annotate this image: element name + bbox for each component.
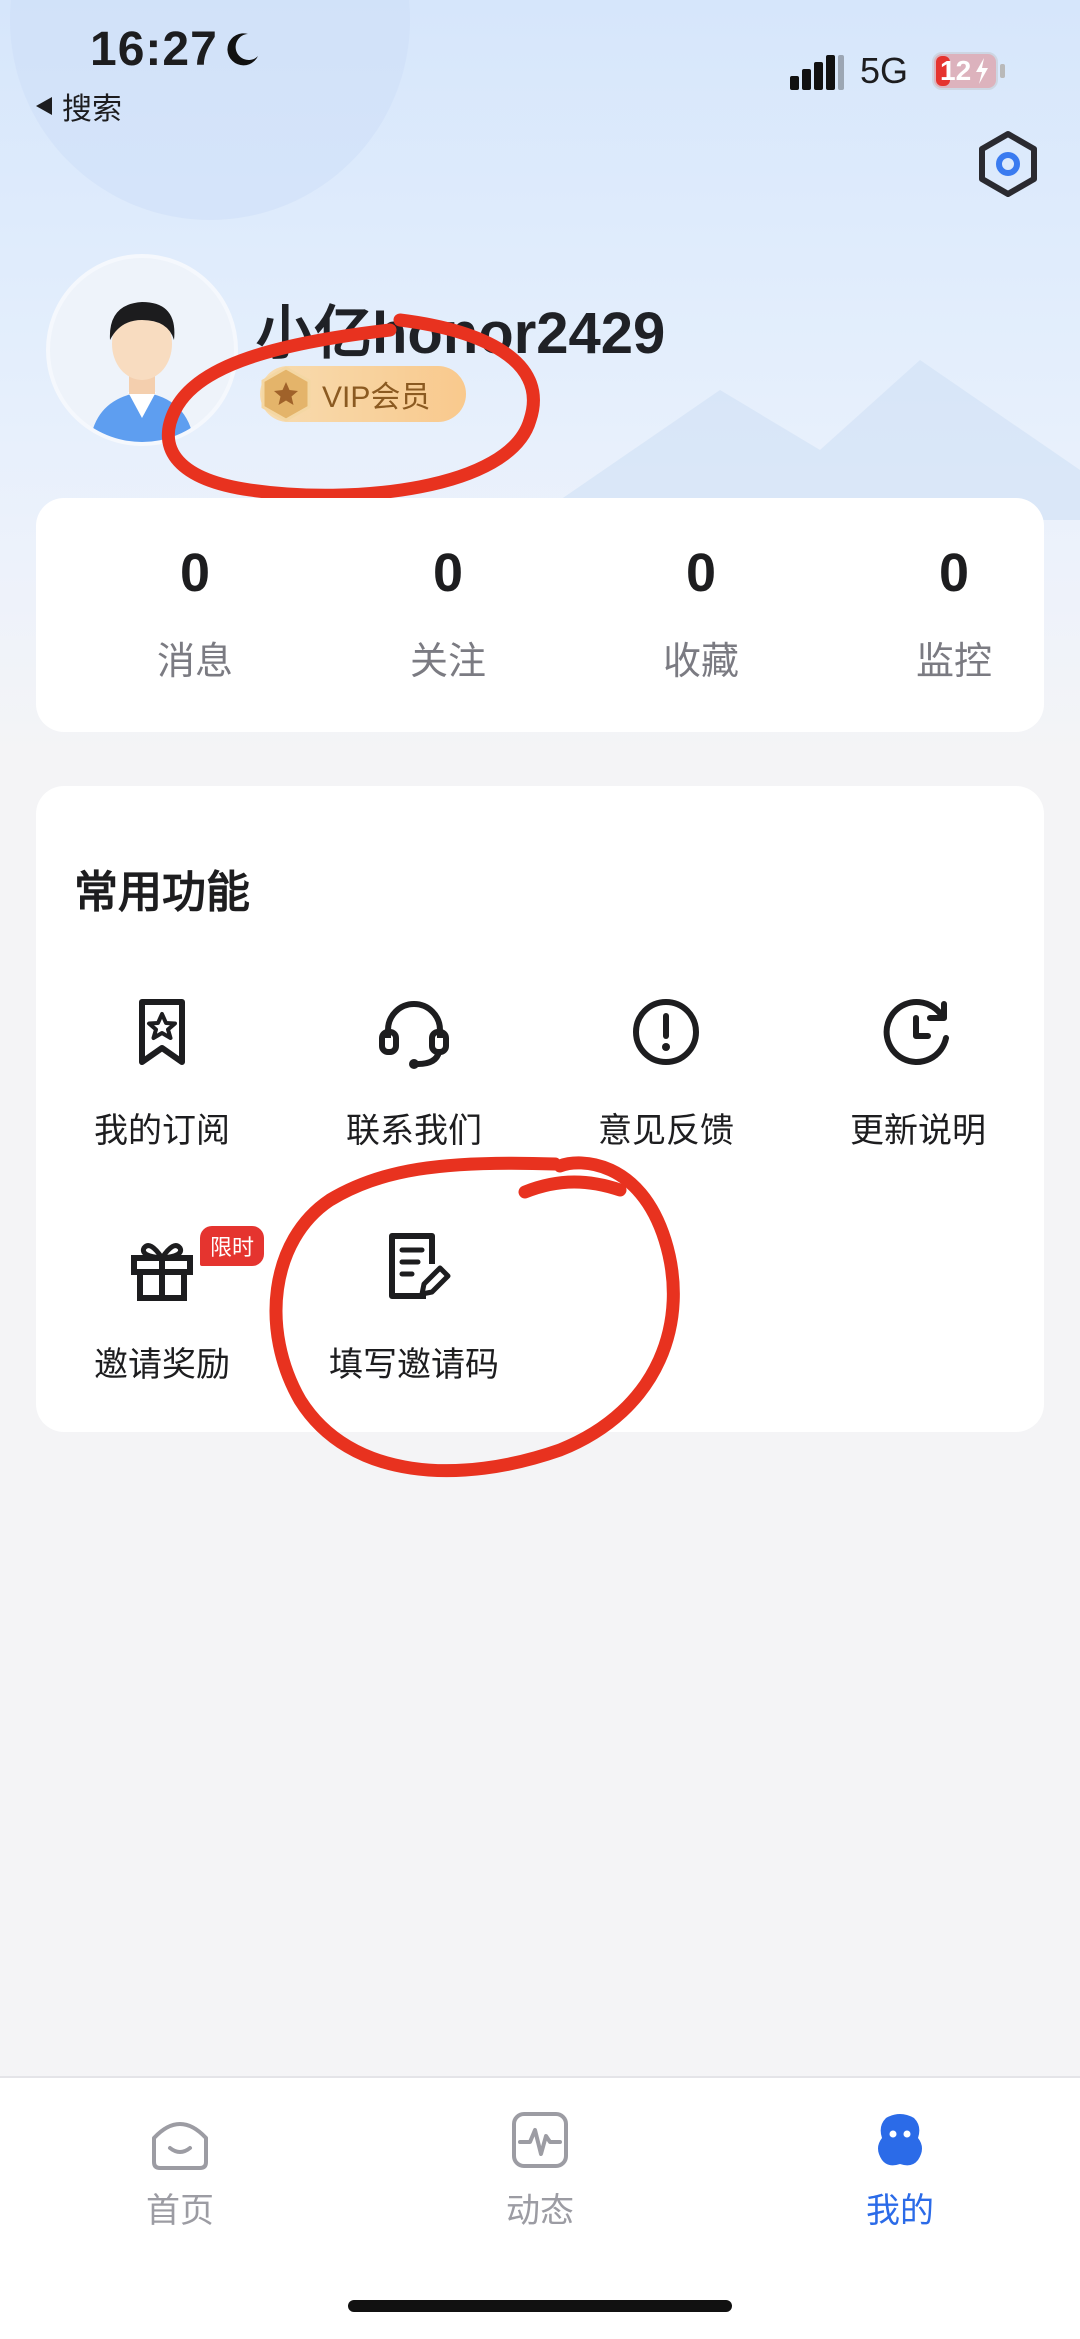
bottom-tab-bar: 首页 动态 我的	[0, 2076, 1080, 2339]
document-edit-icon	[389, 1233, 451, 1299]
battery-level: 12	[940, 55, 972, 86]
stat-value: 0	[685, 543, 717, 603]
vip-label: VIP会员	[322, 381, 431, 414]
stat-value: 0	[432, 543, 464, 603]
stat-favorites[interactable]: 0 收藏	[601, 538, 801, 685]
back-link-label: 搜索	[62, 93, 122, 126]
func-label: 我的订阅	[94, 1112, 230, 1150]
settings-hex-icon	[979, 131, 1037, 197]
network-type: 5G	[860, 50, 909, 91]
tab-label: 首页	[146, 2192, 214, 2230]
settings-button[interactable]	[972, 128, 1044, 200]
home-indicator	[348, 2300, 732, 2312]
func-label: 意见反馈	[598, 1112, 734, 1150]
clock-refresh-icon	[883, 999, 949, 1065]
common-functions-card: 常用功能 我的订阅 联系我们 意见反馈 更新说明 限时 邀请奖励 填写邀请码	[36, 786, 1044, 1432]
stat-monitoring[interactable]: 0 监控	[854, 538, 1054, 685]
stats-card: 0 消息 0 关注 0 收藏 0 监控	[36, 498, 1044, 732]
exclamation-circle-icon	[633, 999, 699, 1065]
tab-label: 动态	[506, 2192, 574, 2230]
tab-activity[interactable]: 动态	[440, 2108, 640, 2232]
vip-badge[interactable]: VIP会员	[260, 366, 466, 422]
battery-icon: 12	[932, 52, 1006, 90]
func-label: 填写邀请码	[329, 1346, 499, 1384]
stat-label: 关注	[409, 641, 486, 683]
stat-messages[interactable]: 0 消息	[95, 538, 295, 685]
status-bar: 16:27 搜索 5G 12	[0, 0, 1080, 140]
gift-icon	[131, 1243, 193, 1301]
tab-home[interactable]: 首页	[80, 2108, 280, 2232]
status-time: 16:27	[90, 23, 218, 76]
func-label: 更新说明	[850, 1112, 986, 1150]
stat-value: 0	[938, 543, 970, 603]
func-my-subscriptions[interactable]: 我的订阅	[36, 992, 288, 1152]
bookmark-star-icon	[139, 999, 185, 1065]
func-invite-rewards[interactable]: 限时 邀请奖励	[36, 1226, 288, 1386]
username: 小亿honor2429	[256, 301, 666, 366]
func-label: 邀请奖励	[94, 1346, 230, 1384]
back-arrow-icon	[36, 97, 52, 115]
stat-label: 消息	[156, 641, 233, 683]
section-title: 常用功能	[74, 868, 250, 917]
moon-icon	[227, 33, 258, 66]
func-contact-us[interactable]: 联系我们	[288, 992, 540, 1152]
stat-label: 收藏	[662, 641, 739, 683]
func-update-notes[interactable]: 更新说明	[792, 992, 1044, 1152]
func-feedback[interactable]: 意见反馈	[540, 992, 792, 1152]
tab-mine[interactable]: 我的	[800, 2108, 1000, 2232]
stat-following[interactable]: 0 关注	[348, 538, 548, 685]
avatar[interactable]	[46, 254, 238, 446]
stat-value: 0	[179, 543, 211, 603]
func-label: 联系我们	[346, 1112, 482, 1150]
signal-icon	[790, 55, 844, 90]
home-icon	[152, 2122, 208, 2170]
headset-icon	[379, 1001, 449, 1069]
profile-icon	[878, 2114, 922, 2166]
limited-time-tag: 限时	[200, 1226, 265, 1266]
back-to-search-link[interactable]: 搜索	[34, 84, 122, 128]
vip-star-icon	[261, 366, 311, 422]
func-enter-invite-code[interactable]: 填写邀请码	[288, 1226, 540, 1386]
stat-label: 监控	[915, 641, 992, 683]
activity-icon	[512, 2112, 568, 2168]
tab-label: 我的	[866, 2192, 934, 2230]
